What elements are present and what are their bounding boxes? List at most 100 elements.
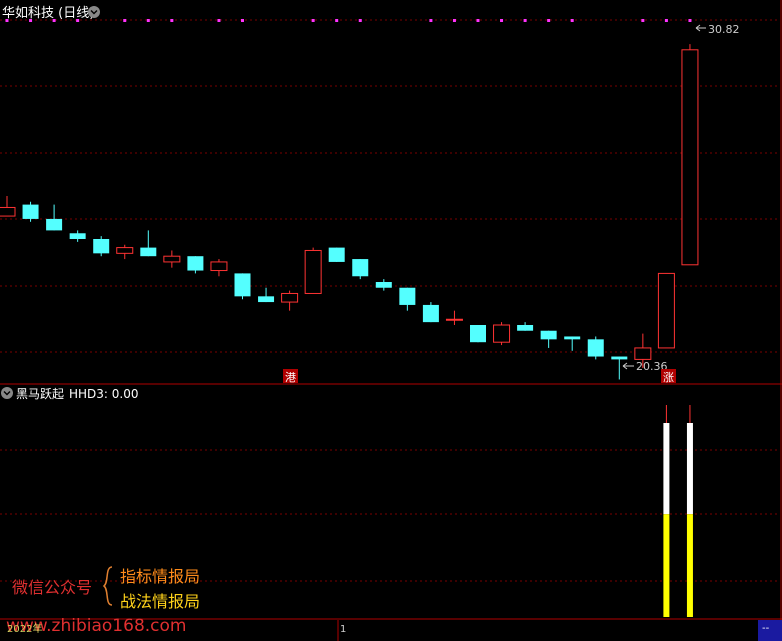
candle [22,201,39,222]
candle [0,196,16,217]
watermark-line1: 指标情报局 [120,567,200,586]
candle-body [564,336,581,340]
candle-body [587,339,604,357]
candle-body [258,296,275,303]
candle-body [493,324,511,343]
candle [163,250,181,268]
signal-marker [311,19,315,22]
signal-marker [452,19,456,22]
candle-body [0,206,16,217]
signal-marker [500,19,504,22]
candle-body [187,256,204,271]
candle [375,279,392,291]
candle-body [46,218,63,231]
low-annotation: 20.36 [622,360,668,373]
candle [69,230,86,242]
bottom-marker: 1 [340,624,346,635]
candle-body [422,304,439,323]
candle [399,287,416,311]
signal-marker [170,19,174,22]
candle-body [445,318,463,321]
svg-text:涨: 涨 [663,371,674,384]
candle [116,244,134,260]
signal-marker [358,19,362,22]
signal-marker [146,19,150,22]
candle-body [210,261,228,272]
watermark-line2: 战法情报局 [120,592,200,611]
signal-marker [429,19,433,22]
candle-body [304,249,322,294]
bottom-corner-button[interactable]: -- [758,620,782,641]
signal-marker [570,19,574,22]
svg-text:--: -- [762,623,770,634]
watermark-left: 微信公众号 [12,578,92,597]
candle-body [281,292,299,303]
candle-body [657,272,675,349]
candle-body [328,247,345,262]
candle [445,310,463,325]
signal-marker [123,19,127,22]
svg-text:30.82: 30.82 [708,23,740,36]
signal-marker [241,19,244,22]
signal-marker [641,19,645,22]
svg-text:港: 港 [285,371,296,384]
candle [493,322,511,346]
candle-body [634,347,652,360]
tag-gang: 港 [283,369,298,384]
candle [328,247,345,262]
candle-body [234,273,251,297]
sub-title: 黑马跃起 [16,387,64,401]
signal-marker [688,19,692,22]
candle [281,290,299,311]
bottom-date: 2022年 [7,622,42,635]
candle [210,259,228,277]
candle [470,325,486,343]
candle-body [22,204,39,219]
volume-bars [663,405,693,617]
candle [93,236,110,257]
indicator-value: HHD3: 0.00 [69,387,139,401]
candle [422,302,439,323]
high-annotation: 30.82 [695,23,740,36]
candle [587,336,604,360]
candle [46,204,63,231]
tag-zhang: 涨 [661,369,676,384]
candle [140,230,157,257]
candle-body [93,239,110,254]
candle [352,259,369,280]
candle-body [375,282,392,288]
candle [564,336,581,351]
purple-markers [5,19,692,22]
candle-body [470,325,486,343]
candle-body [163,255,181,263]
main-collapse-icon[interactable] [88,6,100,18]
candle-body [399,287,416,305]
volume-bar [663,405,670,617]
candle [540,330,557,348]
kline-chart[interactable]: 华如科技 (日线) 30.82 20.36 港 涨 黑马跃起 HHD3: 0.0… [0,0,782,641]
signal-marker [335,19,339,22]
signal-marker [476,19,480,22]
candle-body [352,259,369,277]
signal-marker [547,19,551,22]
candle-body [681,49,699,266]
candle [187,256,204,274]
candle [234,273,251,300]
signal-marker [523,19,527,22]
candle-body [140,247,157,257]
candle-body [517,325,534,331]
signal-marker [664,19,668,22]
volume-bar [686,405,693,617]
signal-marker [217,19,221,22]
candle [304,247,322,294]
sub-collapse-icon[interactable] [1,387,13,399]
candle [657,272,675,349]
candle-body [116,247,134,254]
candle [681,44,699,266]
candle [258,287,275,303]
candles [0,44,699,380]
watermark-brace [102,566,113,606]
candle-body [540,330,557,340]
candle-body [611,356,628,360]
candle [517,322,534,331]
